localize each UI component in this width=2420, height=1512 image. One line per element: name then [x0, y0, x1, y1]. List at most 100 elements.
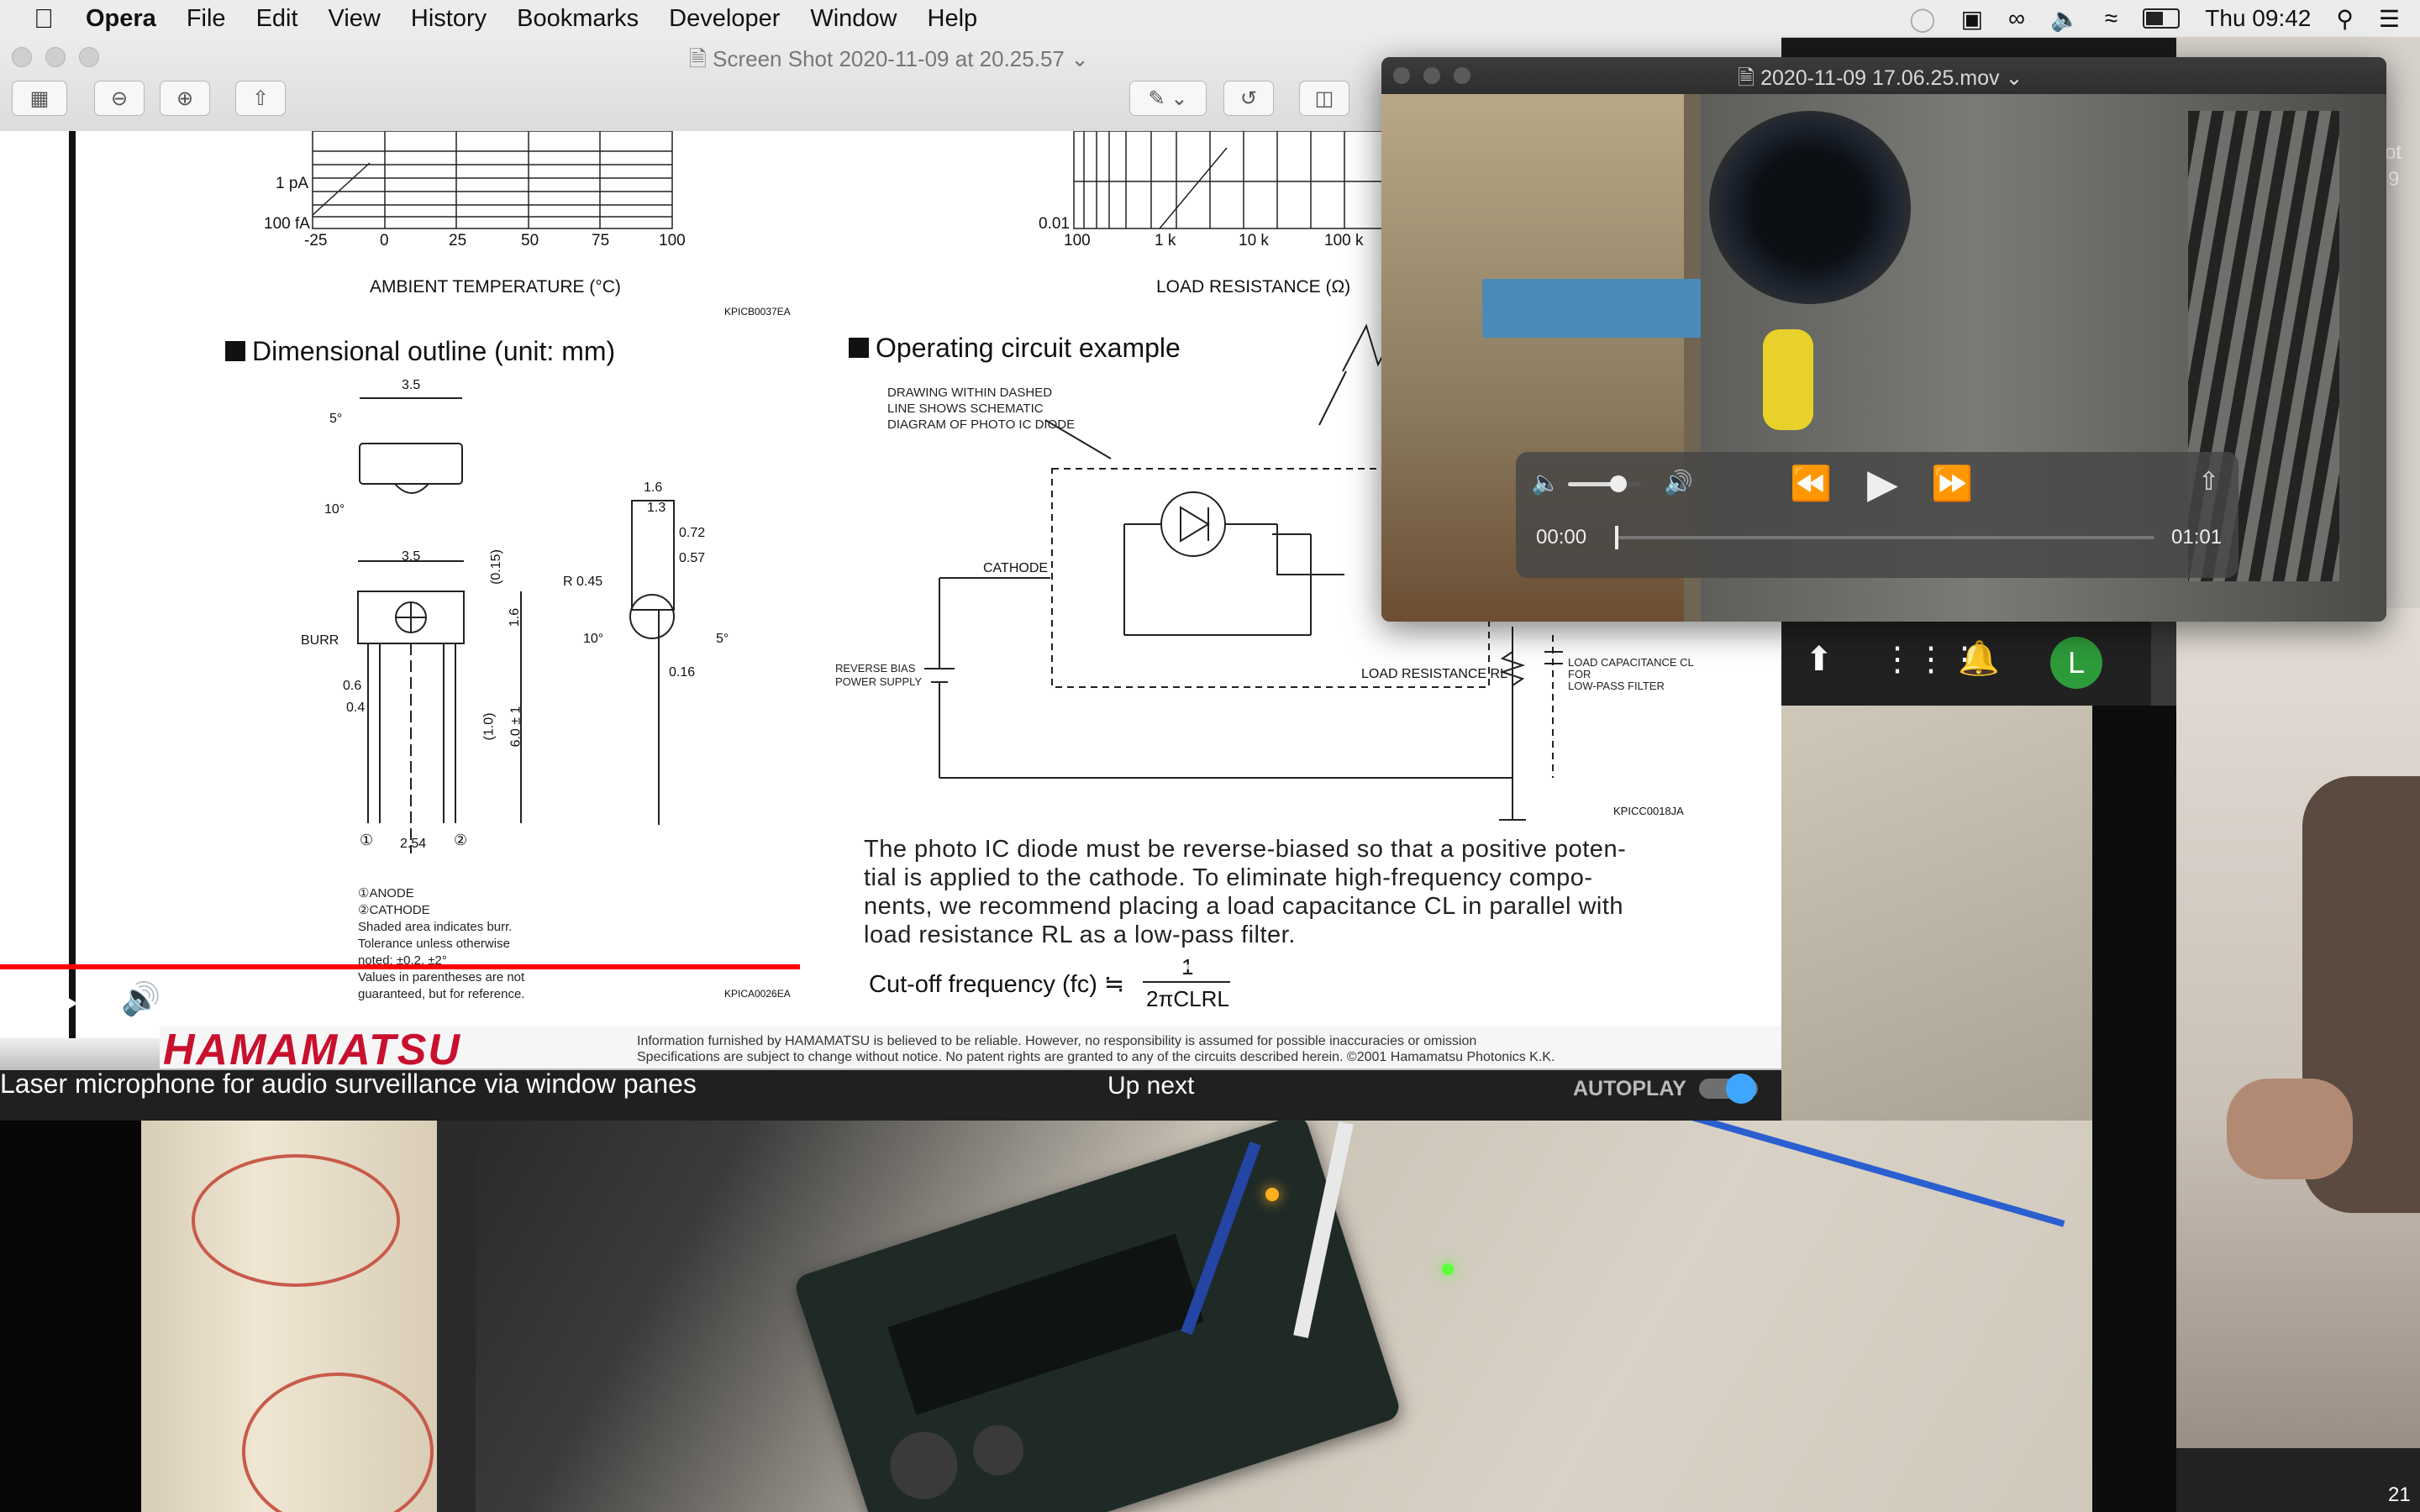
- qt-minimize-button[interactable]: [1423, 67, 1440, 84]
- battery-icon[interactable]: [2143, 8, 2181, 29]
- menu-edit[interactable]: Edit: [256, 5, 298, 33]
- menu-developer[interactable]: Developer: [669, 5, 780, 33]
- player-progress-bar[interactable]: [0, 964, 1781, 969]
- preview-title[interactable]: 🗎 Screen Shot 2020-11-09 at 20.25.57 ⌄: [689, 44, 1089, 81]
- autoplay-toggle[interactable]: [1699, 1074, 1758, 1104]
- graph1-xlabel: AMBIENT TEMPERATURE (°C): [370, 277, 621, 297]
- markup-button[interactable]: ✎ ⌄: [1129, 81, 1207, 116]
- avatar-letter: L: [2067, 645, 2086, 680]
- notification-center-icon[interactable]: ☰: [2379, 5, 2400, 33]
- share-button[interactable]: ⇧: [235, 81, 286, 116]
- volume-icon[interactable]: 🔈: [2050, 5, 2080, 33]
- preview-title-text: Screen Shot 2020-11-09 at 20.25.57: [713, 46, 1065, 71]
- menu-help[interactable]: Help: [928, 5, 978, 33]
- qt-zoom-button[interactable]: [1454, 67, 1470, 84]
- spotlight-search-icon[interactable]: ⚲: [2336, 5, 2354, 33]
- graph2-xtick: 1 k: [1155, 232, 1176, 249]
- note-line: ①ANODE: [358, 886, 414, 900]
- menu-history[interactable]: History: [411, 5, 487, 33]
- toolbox-icon: ◫: [1314, 87, 1334, 110]
- quicktime-window: 🗎 2020-11-09 17.06.25.mov ⌄ 🔈 🔊 ⏪ ▶ ⏩ ⇧ …: [1381, 57, 2386, 622]
- paragraph-line: nents, we recommend placing a load capac…: [864, 893, 1624, 920]
- footer-line: Information furnished by HAMAMATSU is be…: [637, 1034, 1477, 1048]
- qt-total-time: 01:01: [2171, 526, 2223, 549]
- notifications-bell-icon[interactable]: 🔔: [1958, 638, 2000, 678]
- dim-label: 2.54: [400, 837, 427, 851]
- sync-icon[interactable]: ◯: [1909, 5, 1935, 33]
- volume-slider[interactable]: [1568, 475, 1640, 492]
- note-line: ②CATHODE: [358, 903, 430, 917]
- volume-icon[interactable]: 🔊: [121, 981, 160, 1018]
- video-title[interactable]: Laser microphone for audio surveillance …: [0, 1068, 697, 1100]
- rotate-button[interactable]: ↺: [1223, 81, 1274, 116]
- toolbox-button[interactable]: ◫: [1299, 81, 1349, 116]
- reverse-bias-label: REVERSE BIAS POWER SUPPLY: [835, 662, 922, 689]
- fast-forward-icon[interactable]: ⏩: [1931, 464, 1973, 503]
- menu-bookmarks[interactable]: Bookmarks: [517, 5, 639, 33]
- settings-gear-icon[interactable]: ⚙: [1565, 983, 1591, 1018]
- volume-slider-knob[interactable]: [1610, 475, 1628, 492]
- fullscreen-icon[interactable]: ⛶: [1748, 981, 1769, 1017]
- qt-title[interactable]: 🗎 2020-11-09 17.06.25.mov ⌄: [1738, 62, 2023, 98]
- sidebar-toggle-button[interactable]: ▦: [12, 81, 67, 116]
- sidebar-icon: ▦: [29, 87, 50, 110]
- theater-mode-icon[interactable]: [1691, 988, 1721, 1008]
- dimensional-outline-heading: Dimensional outline (unit: mm): [252, 336, 616, 366]
- lens: [1709, 111, 1911, 304]
- upload-icon[interactable]: ⬆: [1805, 640, 1833, 679]
- background-toolbar: ⬆ ⋮⋮⋮ 🔔 L: [1781, 622, 2151, 706]
- menu-window[interactable]: Window: [810, 5, 897, 33]
- zoom-in-icon: ⊕: [176, 87, 194, 110]
- miniplayer-icon[interactable]: [1625, 984, 1662, 1011]
- played-bar: [0, 964, 800, 969]
- dim-label: 0.57: [679, 551, 706, 565]
- dim-label: 0.16: [669, 665, 696, 680]
- rewind-icon[interactable]: ⏪: [1790, 464, 1832, 503]
- play-icon[interactable]: ▶: [0, 981, 26, 1020]
- window-zoom-button[interactable]: [79, 47, 99, 67]
- display-icon[interactable]: ▣: [1961, 5, 1983, 33]
- share-icon[interactable]: ⇧: [2198, 467, 2219, 496]
- up-next-label: Up next: [1107, 1072, 1195, 1100]
- qt-playhead[interactable]: [1615, 526, 1618, 549]
- graph1-ylabel-1pa: 1 pA: [276, 175, 309, 192]
- movie-file-icon: 🗎: [1738, 66, 1755, 90]
- document-icon: 🗎: [689, 46, 707, 71]
- creative-cloud-icon[interactable]: ∞: [2008, 5, 2025, 32]
- window-minimize-button[interactable]: [45, 47, 66, 67]
- qt-scrubber[interactable]: [1615, 526, 2154, 549]
- next-video-icon[interactable]: ⏭: [66, 983, 92, 1019]
- paragraph-line: tial is applied to the cathode. To elimi…: [864, 864, 1593, 891]
- qt-close-button[interactable]: [1393, 67, 1410, 84]
- time-display: 3:17 / 7:17: [178, 990, 281, 1015]
- clock[interactable]: Thu 09:42: [2205, 5, 2311, 32]
- dim-label: 1.6: [508, 607, 523, 627]
- menu-view[interactable]: View: [329, 5, 381, 33]
- dim-label: 0.4: [346, 701, 366, 715]
- circuit-note-line: DIAGRAM OF PHOTO IC DIODE: [887, 417, 1076, 432]
- qt-title-text: 2020-11-09 17.06.25.mov: [1760, 66, 2000, 90]
- zoom-out-button[interactable]: ⊖: [94, 81, 145, 116]
- menu-app-name[interactable]: Opera: [86, 5, 156, 33]
- dim-label: 6.0 ± 1: [508, 706, 523, 748]
- volume-low-icon: 🔈: [1531, 470, 1560, 496]
- edge-text-3: 21: [2388, 1483, 2411, 1506]
- reverse-bias-line: POWER SUPPLY: [835, 675, 923, 688]
- play-icon[interactable]: ▶: [1867, 460, 1898, 507]
- datasheet-footer: HAMAMATSU Information furnished by HAMAM…: [160, 1026, 1781, 1074]
- dim-label: 0.72: [679, 526, 706, 540]
- captions-icon[interactable]: CC: [1507, 988, 1542, 1011]
- edge-text-2: 9: [2388, 168, 2400, 191]
- status-area: ◯ ▣ ∞ 🔈 ≈ Thu 09:42 ⚲ ☰: [1909, 0, 2400, 37]
- circuit-code: KPICC0018JA: [1613, 805, 1684, 817]
- zoom-in-button[interactable]: ⊕: [160, 81, 210, 116]
- quicktime-controls: 🔈 🔊 ⏪ ▶ ⏩ ⇧ 00:00 01:01: [1516, 452, 2238, 578]
- paragraph-line: The photo IC diode must be reverse-biase…: [864, 836, 1627, 863]
- zoom-out-icon: ⊖: [110, 87, 129, 110]
- apple-icon[interactable]: : [34, 3, 54, 34]
- window-close-button[interactable]: [12, 47, 32, 67]
- description-paragraph: The photo IC diode must be reverse-biase…: [864, 835, 1626, 949]
- account-avatar[interactable]: L: [2050, 637, 2102, 689]
- wifi-icon[interactable]: ≈: [2105, 5, 2118, 32]
- menu-file[interactable]: File: [187, 5, 226, 33]
